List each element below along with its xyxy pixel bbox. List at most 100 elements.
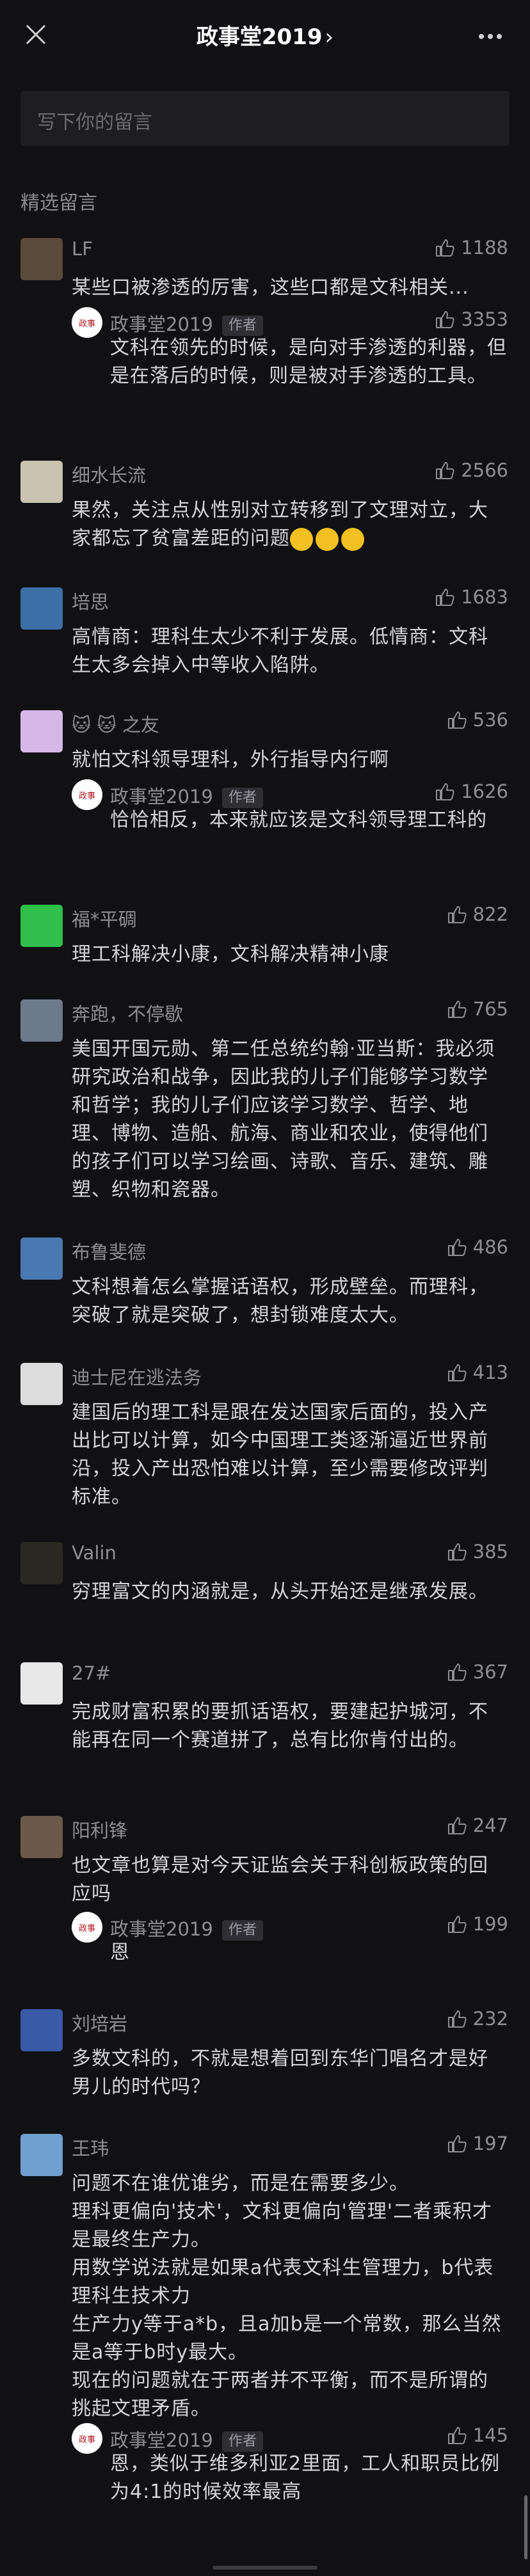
thumbs-up-icon [447, 2010, 467, 2028]
more-icon[interactable] [479, 29, 507, 40]
like-button[interactable]: 197 [446, 2133, 508, 2154]
comment-text: 美国开国元勋、第二任总统约翰·亚当斯：我必须研究政治和战争，因此我的儿子们能够学… [72, 1038, 495, 1201]
reply-like-button[interactable]: 3353 [434, 308, 508, 330]
like-count: 1188 [461, 237, 508, 258]
commenter-name: 阳利锋 [72, 1820, 128, 1841]
avatar[interactable] [20, 905, 63, 947]
avatar[interactable] [20, 1237, 63, 1280]
emoji-group [290, 527, 367, 551]
author-badge: 作者 [221, 315, 263, 336]
comment-text: 完成财富积累的要抓话语权，要建起护城河，不能再在同一个赛道拼了，总有比你肯付出的… [72, 1701, 488, 1751]
like-count: 765 [472, 998, 508, 1020]
thumbs-up-icon [447, 1364, 467, 1381]
svg-text:政事: 政事 [79, 791, 95, 801]
avatar[interactable] [20, 238, 63, 280]
reply-like-button[interactable]: 1626 [434, 781, 508, 802]
comment-text: 问题不在谁优谁劣，而是在需要多少。 理科更偏向'技术'，文科更偏向'管理'二者乘… [72, 2172, 502, 2420]
like-count: 145 [472, 2424, 508, 2446]
like-button[interactable]: 247 [446, 1815, 508, 1836]
commenter-name: 27# [72, 1662, 111, 1684]
thumbs-up-icon [447, 1916, 467, 1933]
like-count: 199 [472, 1913, 508, 1935]
author-avatar[interactable]: 政事 [72, 307, 102, 338]
comment-item: 布鲁斐德 486 文科想着怎么掌握话语权，形成壁垒。而理科，突破了就是突破了，想封锁… [0, 1236, 530, 1326]
avatar[interactable] [20, 461, 63, 503]
thumbs-up-icon [436, 239, 454, 257]
author-badge: 作者 [221, 1920, 263, 1941]
account-title[interactable]: 政事堂2019 › [0, 19, 530, 51]
thumbs-up-icon [447, 2427, 467, 2444]
comment-item: 细水长流 2566 果然，关注点从性别对立转移到了文理对立，大家都忘了贫富差距的问题 [0, 459, 530, 551]
thumbs-up-icon [436, 311, 454, 328]
commenter-name: 奔跑，不停歇 [72, 1003, 184, 1025]
thumbs-up-icon [447, 1239, 467, 1256]
comment-item: 培思 1683 高情商：理科生太少不利于发展。低情商：文科生太多会掉入中等收入陷阱。 [0, 586, 530, 676]
account-name: 政事堂2019 [196, 24, 323, 50]
avatar[interactable] [20, 2009, 63, 2051]
like-button[interactable]: 822 [446, 903, 508, 925]
top-bar: 政事堂2019 › [0, 0, 530, 70]
like-button[interactable]: 232 [446, 2008, 508, 2030]
commenter-name: 细水长流 [72, 465, 147, 486]
comment-item: 刘培岩 232 多数文科的，不就是想着回到东华门唱名才是好男儿的时代吗？ [0, 2008, 530, 2098]
avatar[interactable] [20, 1542, 63, 1584]
avatar[interactable] [20, 1363, 63, 1405]
comment-text: 某些口被渗透的厉害，这些口都是文科相关... [72, 276, 469, 299]
author-name: 政事堂2019 [110, 1918, 213, 1940]
like-count: 1626 [461, 781, 508, 802]
like-button[interactable]: 765 [446, 998, 508, 1020]
svg-text:政事: 政事 [79, 319, 95, 329]
commenter-name: 王玮 [72, 2138, 109, 2159]
thumbs-up-icon [436, 462, 454, 479]
comment-text: 多数文科的，不就是想着回到东华门唱名才是好男儿的时代吗？ [72, 2047, 488, 2098]
like-count: 385 [472, 1541, 508, 1562]
like-count: 232 [472, 2008, 508, 2030]
comment-item: 27# 367 完成财富积累的要抓话语权，要建起护城河，不能再在同一个赛道拼了，总有… [0, 1661, 530, 1751]
author-reply-header: 政事堂2019 作者 [110, 310, 263, 337]
comment-item: 奔跑，不停歇 765 美国开国元勋、第二任总统约翰·亚当斯：我必须研究政治和战争，因… [0, 998, 530, 1201]
like-button[interactable]: 2566 [434, 459, 508, 481]
avatar[interactable] [20, 1662, 63, 1705]
reply-like-button[interactable]: 199 [446, 1913, 508, 1935]
author-badge: 作者 [221, 788, 263, 808]
avatar[interactable] [20, 587, 63, 630]
author-avatar[interactable]: 政事 [72, 1912, 102, 1943]
avatar[interactable] [20, 1816, 63, 1858]
author-avatar[interactable]: 政事 [72, 779, 102, 810]
commenter-name: Valin [72, 1542, 116, 1564]
like-count: 536 [472, 709, 508, 731]
like-button[interactable]: 367 [446, 1661, 508, 1683]
author-reply-header: 政事堂2019 作者 [110, 782, 263, 809]
comment-input[interactable]: 写下你的留言 [20, 91, 510, 146]
like-button[interactable]: 1683 [434, 586, 508, 608]
like-button[interactable]: 413 [446, 1362, 508, 1383]
like-count: 3353 [461, 308, 508, 330]
like-button[interactable]: 536 [446, 709, 508, 731]
like-button[interactable]: 385 [446, 1541, 508, 1562]
comment-text: 穷理富文的内涵就是，从头开始还是继承发展。 [72, 1580, 488, 1603]
commenter-name: 🐱 🐱 之友 [72, 714, 159, 736]
comment-input-placeholder: 写下你的留言 [37, 111, 152, 134]
comment-text: 理工科解决小康，文科解决精神小康 [72, 943, 389, 966]
author-avatar[interactable]: 政事 [72, 2423, 102, 2454]
like-button[interactable]: 486 [446, 1236, 508, 1258]
thumbs-up-icon [447, 2135, 467, 2152]
like-button[interactable]: 1188 [434, 237, 508, 258]
thumbs-up-icon [436, 589, 454, 606]
thumbs-up-icon [447, 1817, 467, 1834]
reply-like-button[interactable]: 145 [446, 2424, 508, 2446]
commenter-name: 迪士尼在逃法务 [72, 1367, 202, 1388]
avatar[interactable] [20, 999, 63, 1042]
comment-text: 高情商：理科生太少不利于发展。低情商：文科生太多会掉入中等收入陷阱。 [72, 626, 488, 676]
commenter-name: 福*平碉 [72, 909, 137, 930]
scrollbar[interactable] [524, 2495, 527, 2559]
thumbs-up-icon [447, 712, 467, 729]
comment-item: Valin 385 穷理富文的内涵就是，从头开始还是继承发展。 [0, 1541, 530, 1603]
comment-text: 也文章也算是对今天证监会关于科创板政策的回应吗 [72, 1854, 488, 1905]
commenter-name: 布鲁斐德 [72, 1241, 147, 1263]
comment-text: 果然，关注点从性别对立转移到了文理对立，大家都忘了贫富差距的问题 [72, 499, 488, 551]
like-count: 822 [472, 903, 508, 925]
comment-item: 王玮 197 问题不在谁优谁劣，而是在需要多少。 理科更偏向'技术'，文科更偏向'管… [0, 2133, 530, 2503]
avatar[interactable] [20, 2134, 63, 2176]
avatar[interactable] [20, 710, 63, 752]
